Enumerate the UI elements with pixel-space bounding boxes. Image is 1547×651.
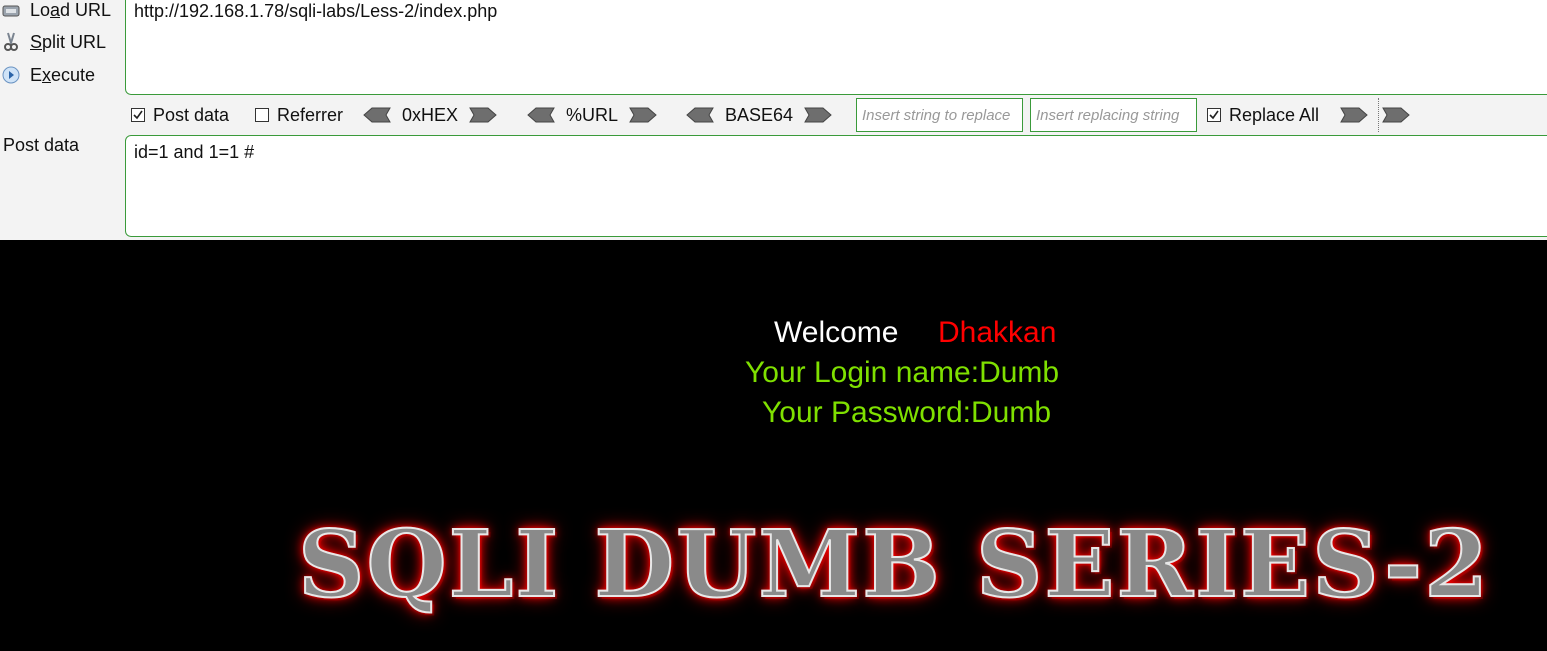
referrer-toggle[interactable]: Referrer (255, 102, 343, 128)
replace-find-input[interactable]: Insert string to replace (856, 98, 1023, 132)
url-textarea[interactable]: http://192.168.1.78/sqli-labs/Less-2/ind… (125, 0, 1547, 95)
post-data-heading: Post data (3, 135, 80, 155)
scissors-icon (0, 31, 22, 53)
series-banner: SQLI DUMB SERIES-2 (297, 510, 1491, 618)
replace-with-input[interactable]: Insert replacing string (1030, 98, 1197, 132)
load-url-button[interactable]: Load URL (0, 0, 118, 23)
hex-encoder: 0xHEX (362, 102, 498, 128)
url-encoder: %URL (526, 102, 658, 128)
toolbar-separator (1378, 98, 1379, 132)
hex-encode-arrow-icon[interactable] (468, 107, 498, 123)
hex-decode-arrow-icon[interactable] (362, 107, 392, 123)
base64-decode-arrow-icon[interactable] (685, 107, 715, 123)
replace-arrow-icon[interactable] (1339, 107, 1369, 123)
base64-encode-arrow-icon[interactable] (803, 107, 833, 123)
hex-label: 0xHEX (402, 104, 459, 125)
replace-all-checkbox[interactable] (1207, 108, 1221, 122)
split-url-button[interactable]: Split URL (0, 29, 118, 55)
post-data-checkbox[interactable] (131, 108, 145, 122)
post-data-textarea[interactable]: id=1 and 1=1 # (125, 135, 1547, 237)
login-name-text: Your Login name:Dumb (745, 356, 1060, 389)
post-data-toggle[interactable]: Post data (131, 102, 229, 128)
execute-label: Execute (30, 64, 96, 85)
replace-next (1381, 102, 1411, 128)
play-icon (0, 64, 22, 86)
replace-all-label: Replace All (1229, 104, 1320, 125)
execute-button[interactable]: Execute (0, 62, 118, 88)
referrer-label: Referrer (277, 104, 344, 125)
base64-label: BASE64 (725, 104, 794, 125)
load-url-icon (0, 0, 22, 21)
username-text: Dhakkan (938, 316, 1057, 349)
base64-encoder: BASE64 (685, 102, 833, 128)
hackbar-panel: Load URL Split URL Execute http://192.16… (0, 0, 1547, 241)
url-label: %URL (566, 104, 619, 125)
load-url-label: Load URL (30, 0, 112, 20)
welcome-text: Welcome (774, 316, 899, 349)
replace-next-arrow-icon[interactable] (1381, 107, 1411, 123)
split-url-label: Split URL (30, 31, 107, 52)
replace-go (1339, 102, 1369, 128)
post-data-label: Post data (153, 104, 230, 125)
url-encode-arrow-icon[interactable] (628, 107, 658, 123)
password-text: Your Password:Dumb (762, 396, 1052, 429)
replace-all-toggle[interactable]: Replace All (1207, 102, 1319, 128)
page-content: Welcome Dhakkan Your Login name:Dumb You… (0, 240, 1547, 651)
url-decode-arrow-icon[interactable] (526, 107, 556, 123)
referrer-checkbox[interactable] (255, 108, 269, 122)
